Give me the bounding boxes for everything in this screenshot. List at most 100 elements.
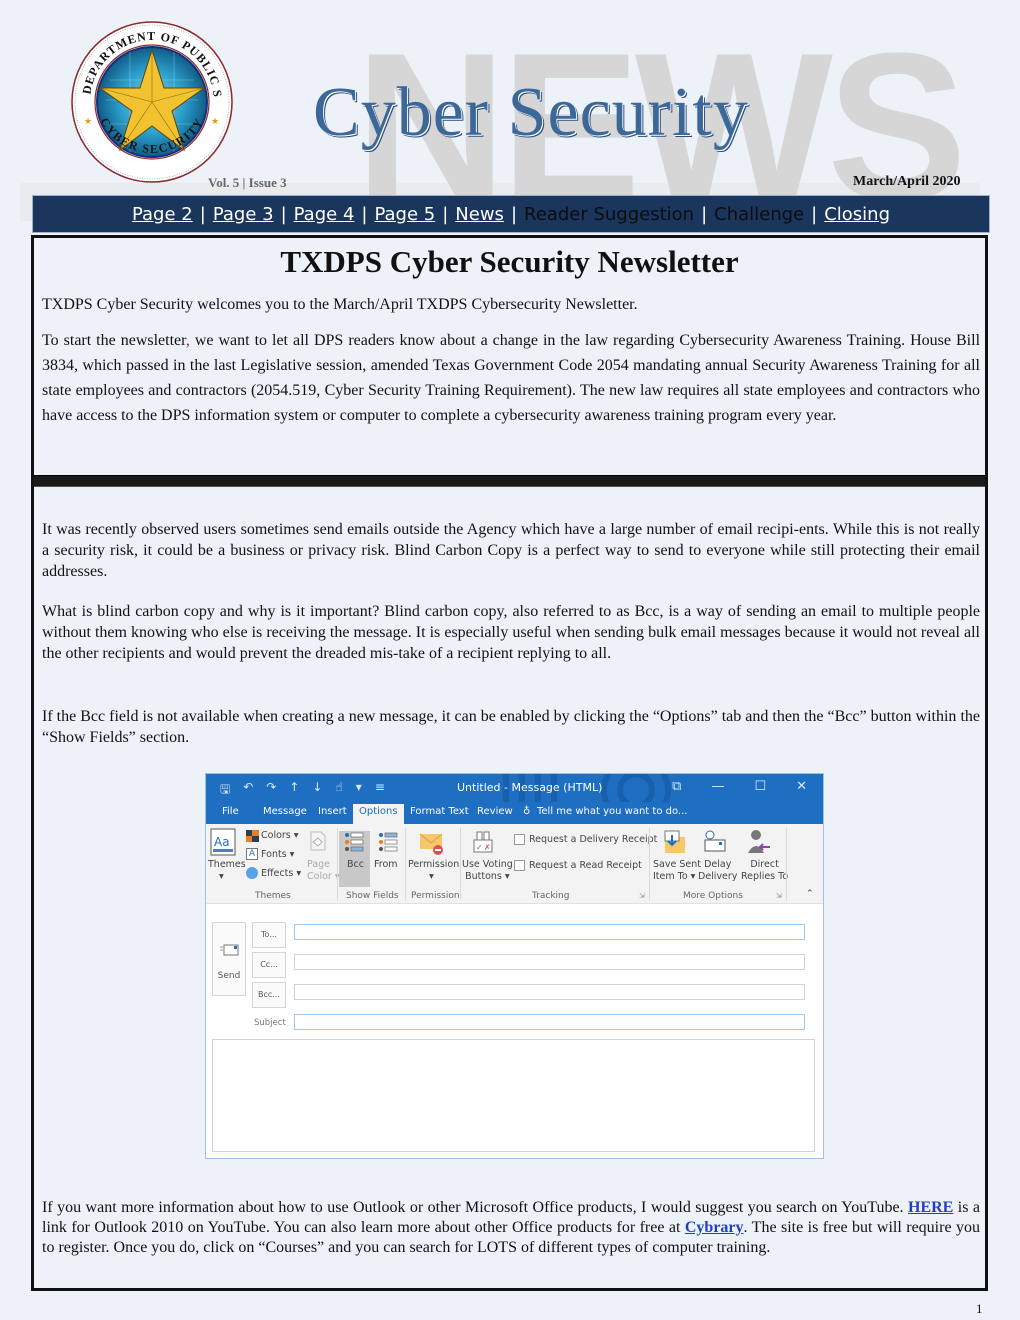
page-color-icon (310, 831, 326, 851)
bcc-paragraph-3: If the Bcc field is not available when c… (42, 708, 980, 746)
save-icon[interactable]: 🖫 (220, 780, 230, 801)
ribbon-display-icon[interactable]: ⧉ (672, 779, 681, 794)
bcc-input[interactable] (294, 984, 805, 1000)
tab-message[interactable]: Message (263, 806, 307, 817)
subject-input[interactable] (294, 1014, 805, 1030)
nav-link-page-3[interactable]: Page 3 (213, 204, 274, 225)
resources-paragraph: If you want more information about how t… (42, 1198, 980, 1258)
save-sent-item-button[interactable]: Save Sent Item To ▾ (653, 859, 701, 883)
subject-label: Subject (254, 1018, 286, 1028)
colors-button[interactable]: Colors ▾ (261, 830, 299, 842)
article-frame: TXDPS Cyber Security Newsletter TXDPS Cy… (31, 235, 988, 1291)
nav-separator: | (510, 203, 518, 225)
to-button[interactable]: To... (252, 922, 286, 948)
nav-link-closing[interactable]: Closing (824, 204, 890, 225)
delivery-receipt-checkbox[interactable] (514, 834, 525, 845)
tab-insert[interactable]: Insert (318, 806, 347, 817)
svg-text:✓: ✓ (476, 843, 483, 852)
from-button[interactable]: From (374, 859, 398, 871)
volume-issue: Vol. 5 | Issue 3 (208, 175, 287, 190)
cybrary-link[interactable]: Cybrary (685, 1219, 744, 1236)
tab-format-text[interactable]: Format Text (410, 806, 469, 817)
delivery-receipt-label: Request a Delivery Receipt (529, 834, 658, 845)
quick-access-toolbar: 🖫 ↶ ↷ ↑ ↓ ☝ ▾ ≡ (220, 780, 385, 801)
touch-mode-icon[interactable]: ☝ (335, 780, 342, 801)
send-icon (220, 944, 239, 956)
up-arrow-icon[interactable]: ↑ (289, 780, 299, 801)
more-options-dialog-launcher-icon[interactable]: ⇲ (776, 890, 782, 902)
close-icon[interactable]: ✕ (796, 779, 807, 794)
direct-replies-icon (748, 830, 770, 853)
save-sent-item-icon (664, 830, 685, 853)
read-receipt-checkbox[interactable] (514, 860, 525, 871)
direct-replies-button[interactable]: Direct Replies To (741, 859, 788, 883)
outlook-window-title: Untitled - Message (HTML) (457, 781, 603, 794)
cc-input[interactable] (294, 954, 805, 970)
group-separator (337, 828, 338, 900)
resources-text-1: If you want more information about how t… (42, 1199, 908, 1216)
nav-link-reader-suggestion[interactable]: Reader Suggestion (524, 204, 694, 225)
welcome-paragraph: TXDPS Cyber Security welcomes you to the… (42, 296, 638, 313)
outlook-screenshot: 🖫 ↶ ↷ ↑ ↓ ☝ ▾ ≡ Untitled - Message (HTML… (205, 773, 824, 1159)
to-input[interactable] (294, 924, 805, 940)
window-controls: ⧉ — ☐ ✕ (672, 779, 807, 794)
group-label-more-options: More Options (683, 891, 743, 901)
here-link[interactable]: HERE (908, 1199, 953, 1216)
voting-buttons-icon: ✓ ✗ (473, 831, 493, 853)
law-paragraph: To start the newsletter, we want to let … (42, 328, 980, 428)
nav-separator: | (361, 203, 368, 225)
themes-button[interactable]: Themes (208, 859, 246, 871)
bcc-button[interactable]: Bcc... (252, 982, 286, 1008)
nav-link-challenge[interactable]: Challenge (714, 204, 804, 225)
use-voting-buttons[interactable]: Use Voting Buttons ▾ (462, 859, 513, 883)
group-separator (786, 828, 787, 900)
tracking-dialog-launcher-icon[interactable]: ⇲ (639, 890, 645, 902)
outlook-titlebar: 🖫 ↶ ↷ ↑ ↓ ☝ ▾ ≡ Untitled - Message (HTML… (206, 774, 823, 822)
maximize-icon[interactable]: ☐ (754, 779, 766, 794)
nav-link-news[interactable]: News (455, 204, 504, 225)
group-label-tracking: Tracking (532, 891, 570, 901)
tell-me-search[interactable]: Tell me what you want to do... (537, 806, 687, 817)
effects-button[interactable]: Effects ▾ (261, 868, 301, 880)
tab-options[interactable]: Options (353, 804, 404, 824)
bcc-paragraph-1: It was recently observed users sometimes… (42, 521, 980, 580)
article-title: TXDPS Cyber Security Newsletter (280, 244, 739, 279)
effects-icon (246, 867, 258, 879)
permission-dropdown-icon[interactable]: ▾ (429, 871, 434, 883)
redo-icon[interactable]: ↷ (266, 780, 276, 801)
law-text-start: To start the newsletter (42, 332, 186, 349)
nav-separator: | (701, 203, 708, 225)
tab-file[interactable]: File (222, 806, 239, 817)
down-arrow-icon[interactable]: ↓ (312, 780, 322, 801)
options-ribbon: Aa Themes ▾ Colors ▾ A Fonts ▾ Effects ▾… (206, 824, 823, 904)
colors-icon (246, 830, 259, 842)
minimize-icon[interactable]: — (711, 779, 724, 794)
cc-button[interactable]: Cc... (252, 952, 286, 978)
nav-link-page-5[interactable]: Page 5 (374, 204, 435, 225)
nav-link-page-2[interactable]: Page 2 (132, 204, 193, 225)
delay-delivery-button[interactable]: Delay Delivery (698, 859, 737, 883)
nav-separator: | (280, 203, 287, 225)
group-label-themes: Themes (255, 891, 291, 901)
send-label: Send (217, 971, 241, 981)
svg-text:Aa: Aa (214, 835, 230, 849)
fonts-button[interactable]: Fonts ▾ (261, 849, 294, 861)
message-body-input[interactable] (212, 1039, 815, 1152)
lightbulb-icon: ♁ (523, 806, 531, 817)
tab-review[interactable]: Review (477, 806, 513, 817)
nav-separator: | (442, 203, 449, 225)
page-color-button[interactable]: Page Color ▾ (307, 859, 340, 883)
themes-dropdown-icon[interactable]: ▾ (219, 871, 224, 883)
undo-icon[interactable]: ↶ (243, 780, 253, 801)
collapse-ribbon-icon[interactable]: ⌃ (806, 888, 814, 900)
customize-qat-icon[interactable]: ≡ (375, 780, 385, 801)
dropdown-icon[interactable]: ▾ (356, 780, 362, 801)
bcc-ribbon-button[interactable]: Bcc (347, 859, 364, 871)
nav-link-page-4[interactable]: Page 4 (294, 204, 355, 225)
page-navigation: Page 2 | Page 3 | Page 4 | Page 5 | News… (32, 195, 990, 233)
send-button[interactable]: Send (212, 922, 246, 996)
permission-button[interactable]: Permission (408, 859, 459, 871)
permission-icon (419, 833, 443, 855)
ribbon-tabs: File Message Insert Options Format Text … (206, 802, 823, 824)
delay-delivery-icon (704, 830, 726, 852)
